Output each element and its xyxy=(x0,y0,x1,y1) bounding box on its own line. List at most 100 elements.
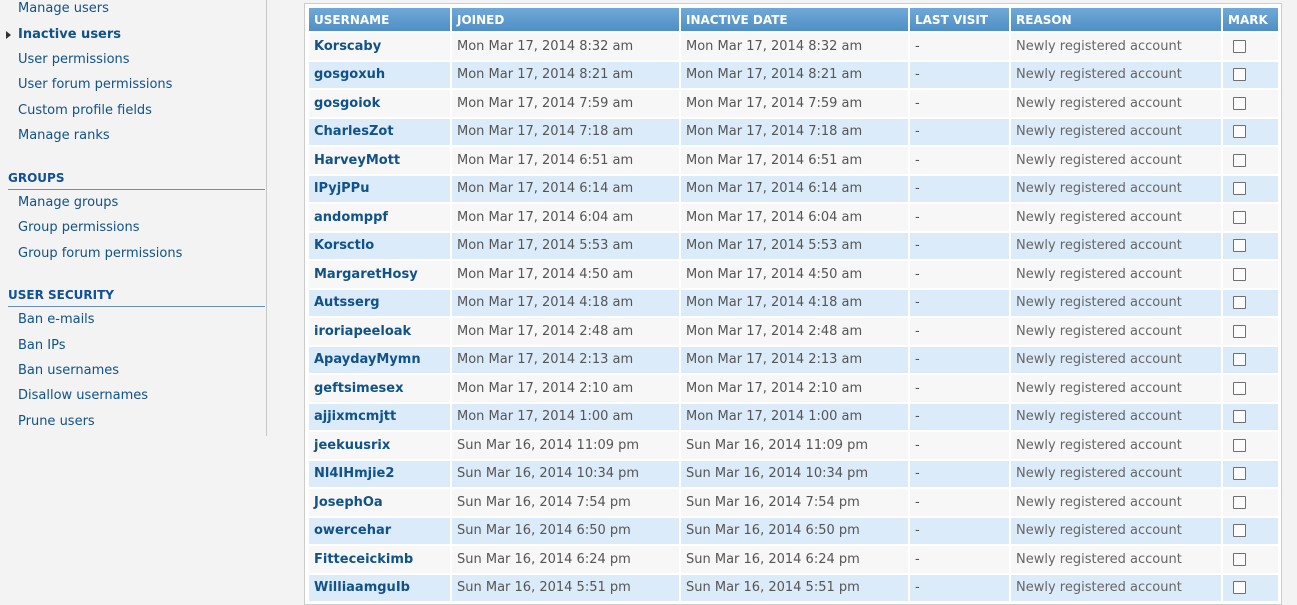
reason-cell: Newly registered account xyxy=(1011,118,1223,147)
username-link[interactable]: geftsimesex xyxy=(314,381,404,396)
last-visit-cell: - xyxy=(910,432,1011,461)
mark-checkbox[interactable] xyxy=(1233,39,1246,53)
table-row: CharlesZot Mon Mar 17, 2014 7:18 am Mon Ma… xyxy=(309,118,1280,147)
username-link[interactable]: Korscaby xyxy=(314,39,381,54)
table-row: geftsimesex Mon Mar 17, 2014 2:10 am Mon M… xyxy=(309,375,1280,404)
mark-checkbox[interactable] xyxy=(1233,239,1246,253)
username-link[interactable]: HarveyMott xyxy=(314,153,400,168)
mark-checkbox[interactable] xyxy=(1233,96,1246,110)
nav-prune-users[interactable]: Prune users xyxy=(18,414,95,430)
joined-cell: Mon Mar 17, 2014 2:13 am xyxy=(452,346,681,375)
mark-cell xyxy=(1223,375,1280,404)
username-cell: MargaretHosy xyxy=(309,261,452,290)
joined-cell: Mon Mar 17, 2014 6:04 am xyxy=(452,204,681,233)
mark-checkbox[interactable] xyxy=(1233,467,1246,481)
username-link[interactable]: owercehar xyxy=(314,523,391,538)
reason-cell: Newly registered account xyxy=(1011,460,1223,489)
reason-cell: Newly registered account xyxy=(1011,61,1223,90)
inactive-date-cell: Mon Mar 17, 2014 2:10 am xyxy=(681,375,910,404)
username-link[interactable]: MargaretHosy xyxy=(314,267,418,282)
nav-ban-emails[interactable]: Ban e-mails xyxy=(18,312,95,328)
last-visit-cell: - xyxy=(910,289,1011,318)
col-joined-header[interactable]: JOINED xyxy=(452,8,681,33)
mark-checkbox[interactable] xyxy=(1233,524,1246,538)
nav-group-forum-permissions[interactable]: Group forum permissions xyxy=(18,246,182,262)
username-cell: CharlesZot xyxy=(309,118,452,147)
mark-checkbox[interactable] xyxy=(1233,381,1246,395)
joined-cell: Sun Mar 16, 2014 7:54 pm xyxy=(452,489,681,518)
last-visit-cell: - xyxy=(910,232,1011,261)
username-cell: JosephOa xyxy=(309,489,452,518)
mark-checkbox[interactable] xyxy=(1233,210,1246,224)
col-last-visit-header[interactable]: LAST VISIT xyxy=(910,8,1011,33)
mark-checkbox[interactable] xyxy=(1233,353,1246,367)
inactive-date-cell: Sun Mar 16, 2014 10:34 pm xyxy=(681,460,910,489)
username-link[interactable]: gosgoiok xyxy=(314,96,380,111)
mark-checkbox[interactable] xyxy=(1233,296,1246,310)
username-link[interactable]: iroriapeeloak xyxy=(314,324,411,339)
inactive-date-cell: Sun Mar 16, 2014 7:54 pm xyxy=(681,489,910,518)
username-cell: Autsserg xyxy=(309,289,452,318)
username-link[interactable]: CharlesZot xyxy=(314,124,394,139)
joined-cell: Mon Mar 17, 2014 8:32 am xyxy=(452,33,681,62)
mark-checkbox[interactable] xyxy=(1233,552,1246,566)
reason-cell: Newly registered account xyxy=(1011,517,1223,546)
col-inactive-date-header[interactable]: INACTIVE DATE xyxy=(681,8,910,33)
nav-manage-users[interactable]: Manage users xyxy=(18,1,109,17)
username-link[interactable]: jeekuusrix xyxy=(314,438,390,453)
mark-checkbox[interactable] xyxy=(1233,153,1246,167)
table-row: HarveyMott Mon Mar 17, 2014 6:51 am Mon Ma… xyxy=(309,147,1280,176)
joined-cell: Sun Mar 16, 2014 5:51 pm xyxy=(452,574,681,603)
mark-checkbox[interactable] xyxy=(1233,68,1246,82)
mark-cell xyxy=(1223,175,1280,204)
username-link[interactable]: andomppf xyxy=(314,210,388,225)
mark-cell xyxy=(1223,90,1280,119)
nav-group-permissions[interactable]: Group permissions xyxy=(18,220,139,236)
last-visit-cell: - xyxy=(910,318,1011,347)
username-link[interactable]: ApaydayMymn xyxy=(314,352,421,367)
table-row: Korsctlo Mon Mar 17, 2014 5:53 am Mon Mar … xyxy=(309,232,1280,261)
username-link[interactable]: lPyjPPu xyxy=(314,181,369,196)
nav-ban-usernames[interactable]: Ban usernames xyxy=(18,363,119,379)
username-link[interactable]: Korsctlo xyxy=(314,238,374,253)
admin-sidebar: Manage users Inactive users User permiss… xyxy=(0,0,267,436)
table-row: gosgoxuh Mon Mar 17, 2014 8:21 am Mon Mar … xyxy=(309,61,1280,90)
mark-checkbox[interactable] xyxy=(1233,267,1246,281)
username-link[interactable]: Fitteceickimb xyxy=(314,552,413,567)
col-mark-header: MARK xyxy=(1223,8,1280,33)
inactive-date-cell: Mon Mar 17, 2014 7:18 am xyxy=(681,118,910,147)
username-link[interactable]: Autsserg xyxy=(314,295,380,310)
nav-custom-profile-fields[interactable]: Custom profile fields xyxy=(18,103,152,119)
nav-ban-ips[interactable]: Ban IPs xyxy=(18,338,65,354)
mark-cell xyxy=(1223,318,1280,347)
mark-checkbox[interactable] xyxy=(1233,495,1246,509)
username-link[interactable]: Nl4IHmjie2 xyxy=(314,466,394,481)
username-link[interactable]: JosephOa xyxy=(314,495,383,510)
col-username-header[interactable]: USERNAME xyxy=(309,8,452,33)
username-cell: Fitteceickimb xyxy=(309,546,452,575)
nav-inactive-users[interactable]: Inactive users xyxy=(18,27,121,43)
mark-checkbox[interactable] xyxy=(1233,324,1246,338)
username-link[interactable]: gosgoxuh xyxy=(314,67,385,82)
mark-checkbox[interactable] xyxy=(1233,125,1246,139)
mark-checkbox[interactable] xyxy=(1233,438,1246,452)
mark-checkbox[interactable] xyxy=(1233,182,1246,196)
reason-cell: Newly registered account xyxy=(1011,574,1223,603)
mark-checkbox[interactable] xyxy=(1233,581,1246,595)
reason-cell: Newly registered account xyxy=(1011,147,1223,176)
username-cell: ajjixmcmjtt xyxy=(309,403,452,432)
table-row: MargaretHosy Mon Mar 17, 2014 4:50 am Mon … xyxy=(309,261,1280,290)
mark-checkbox[interactable] xyxy=(1233,410,1246,424)
inactive-date-cell: Mon Mar 17, 2014 5:53 am xyxy=(681,232,910,261)
username-cell: lPyjPPu xyxy=(309,175,452,204)
nav-manage-groups[interactable]: Manage groups xyxy=(18,195,118,211)
nav-user-permissions[interactable]: User permissions xyxy=(18,52,130,68)
nav-user-forum-permissions[interactable]: User forum permissions xyxy=(18,77,172,93)
username-cell: andomppf xyxy=(309,204,452,233)
nav-manage-ranks[interactable]: Manage ranks xyxy=(18,128,110,144)
username-link[interactable]: ajjixmcmjtt xyxy=(314,409,396,424)
username-link[interactable]: WilliaamguIb xyxy=(314,580,410,595)
mark-cell xyxy=(1223,61,1280,90)
nav-disallow-usernames[interactable]: Disallow usernames xyxy=(18,388,148,404)
inactive-date-cell: Mon Mar 17, 2014 6:51 am xyxy=(681,147,910,176)
